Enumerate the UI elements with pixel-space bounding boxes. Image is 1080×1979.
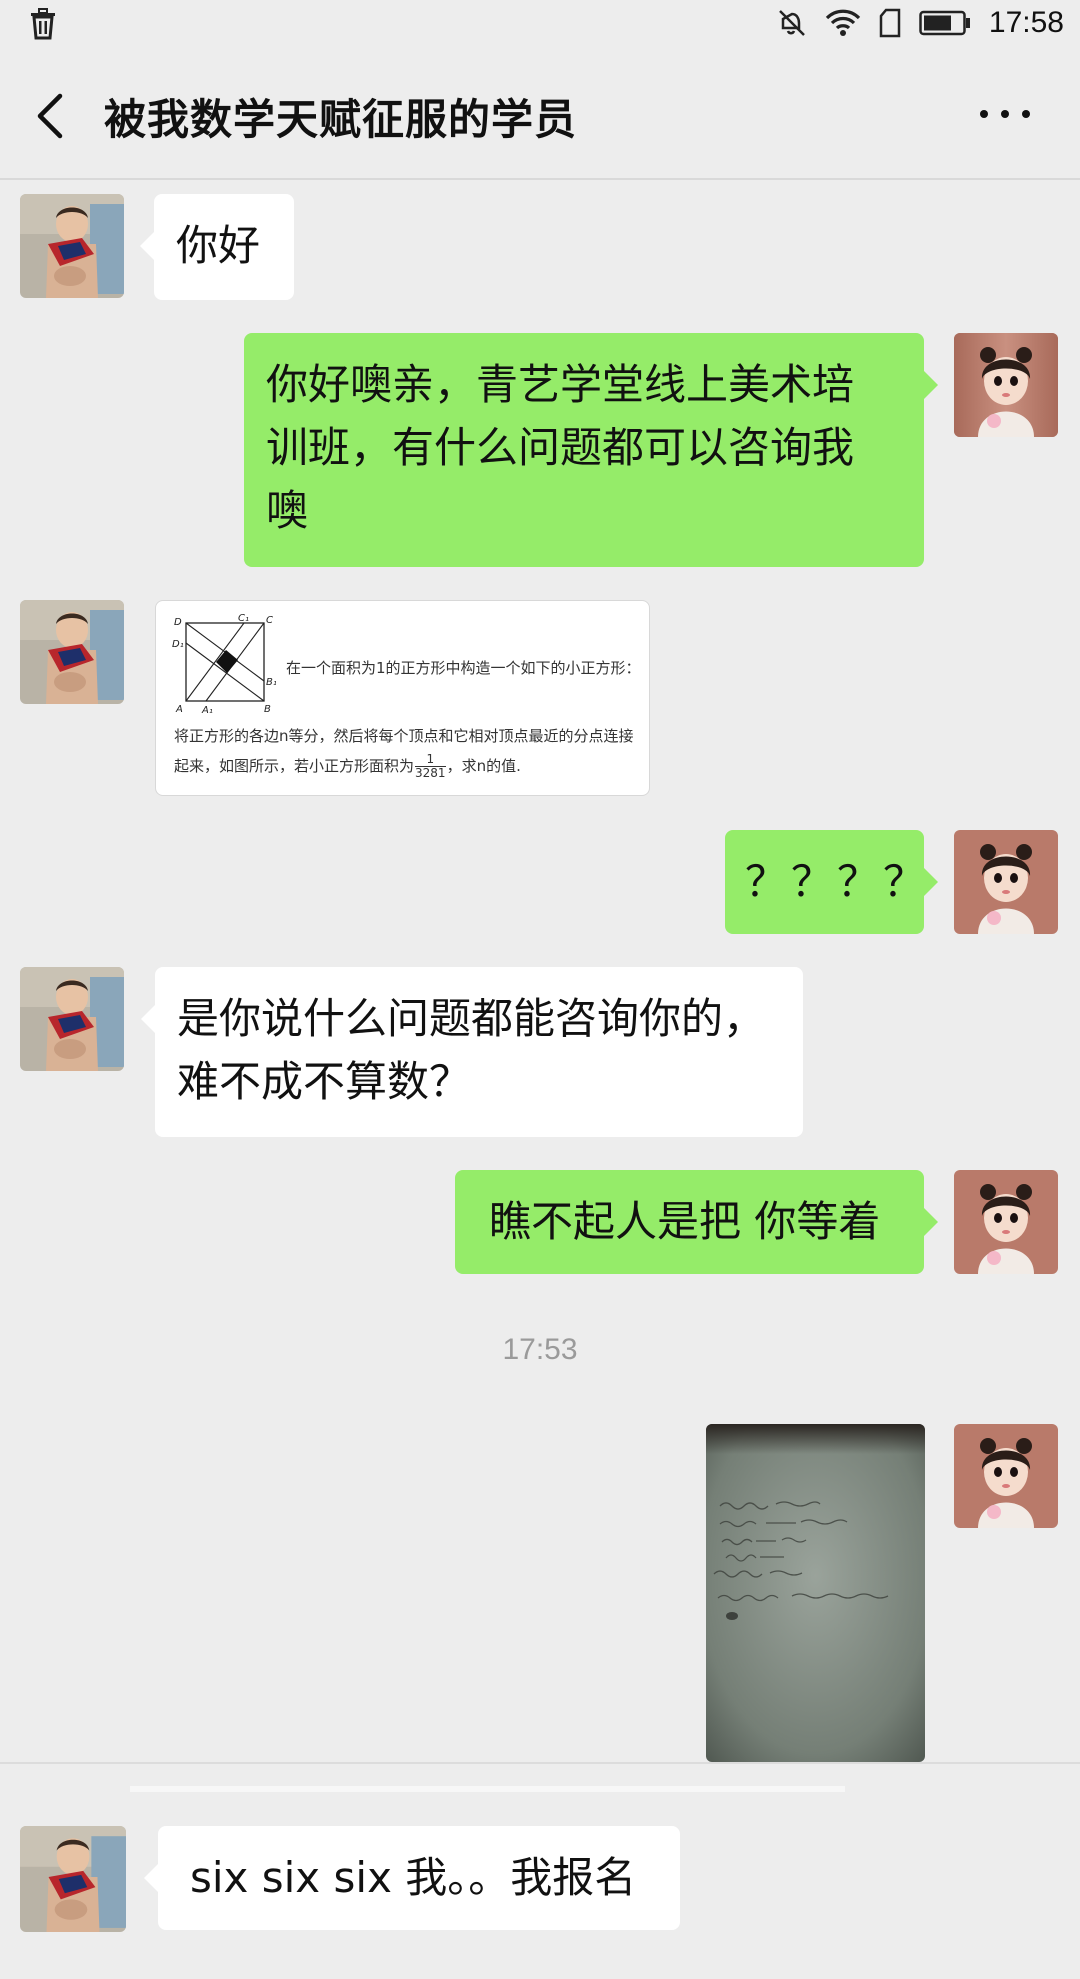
chat-screen: 17:58 被我数学天赋征服的学员 你好 你好噢亲，青艺学堂线上美术培 训班，有… — [0, 0, 1080, 1979]
label-D: D — [174, 617, 182, 628]
chat-header: 被我数学天赋征服的学员 — [0, 46, 1080, 180]
trash-icon — [31, 8, 55, 40]
boy-avatar-icon — [20, 967, 124, 1071]
avatar-self[interactable] — [954, 1424, 1058, 1528]
message-text-line: 难不成不算数？ — [177, 1057, 472, 1106]
problem-line-3-start: 起来，如图所示，若小正方形面积为 — [174, 757, 415, 775]
message-text-line: 你好噢亲，青艺学堂线上美术培 — [266, 360, 855, 409]
message-text-line: 训班，有什么问题都可以咨询我 — [266, 423, 855, 472]
chat-title: 被我数学天赋征服的学员 — [104, 95, 578, 144]
avatar-friend[interactable] — [20, 600, 124, 704]
avatar-self[interactable] — [954, 830, 1058, 934]
status-bar: 17:58 — [0, 0, 1080, 46]
problem-line-2: 将正方形的各边n等分，然后将每个顶点和它相对顶点最近的分点连接 — [174, 727, 634, 745]
message-bubble-incoming[interactable]: 你好 — [140, 194, 294, 300]
label-C: C — [266, 615, 273, 626]
message-text: 你好 — [176, 221, 261, 270]
label-C1: C₁ — [238, 613, 249, 624]
girl-avatar-icon — [954, 333, 1058, 437]
message-bubble-incoming[interactable]: six six six 我。。我报名 — [144, 1826, 680, 1930]
avatar-friend[interactable] — [20, 967, 124, 1071]
geometry-diagram: D C₁ C D₁ B₁ A A₁ B — [172, 613, 276, 715]
avatar-friend[interactable] — [20, 194, 124, 298]
problem-line-3-end: ，求n的值. — [446, 757, 521, 775]
message-text-line: 噢 — [266, 486, 309, 535]
avatar-friend[interactable] — [20, 1826, 126, 1932]
label-B1: B₁ — [266, 677, 276, 688]
message-bubble-incoming[interactable]: 是你说什么问题都能咨询你的， 难不成不算数？ — [141, 967, 803, 1137]
status-time: 17:58 — [988, 6, 1064, 39]
message-text-line: 是你说什么问题都能咨询你的， — [177, 994, 766, 1043]
boy-avatar-icon — [20, 194, 124, 298]
boy-avatar-icon — [20, 600, 124, 704]
label-B: B — [264, 704, 271, 715]
status-icons: 17:58 — [777, 4, 1064, 42]
image-message-handwritten-photo[interactable] — [706, 1424, 925, 1762]
label-A: A — [175, 704, 183, 715]
message-text: ？？？？ — [745, 857, 930, 906]
message-bubble-outgoing[interactable]: 你好噢亲，青艺学堂线上美术培 训班，有什么问题都可以咨询我 噢 — [244, 333, 938, 567]
message-text: 瞧不起人是把 你等着 — [489, 1197, 881, 1246]
sim-icon — [879, 8, 901, 38]
fraction-numerator: 1 — [415, 753, 446, 767]
avatar-self[interactable] — [954, 1170, 1058, 1274]
battery-icon — [919, 10, 970, 36]
problem-line-1: 在一个面积为1的正方形中构造一个如下的小正方形： — [286, 659, 641, 677]
fraction: 1 3281 — [415, 753, 446, 780]
girl-avatar-icon — [954, 1170, 1058, 1274]
input-divider — [130, 1786, 845, 1792]
message-bubble-outgoing[interactable]: 瞧不起人是把 你等着 — [455, 1170, 938, 1274]
boy-avatar-icon — [20, 1826, 126, 1932]
mute-icon — [779, 10, 805, 36]
message-bubble-outgoing[interactable]: ？？？？ — [725, 830, 938, 934]
fraction-denominator: 3281 — [415, 766, 446, 780]
label-A1: A₁ — [201, 705, 213, 715]
handwritten-paper-photo — [706, 1424, 925, 1762]
image-message-math-problem[interactable]: D C₁ C D₁ B₁ A A₁ B 在一个面积为1的正方形中构造一个如下的小… — [155, 600, 650, 796]
girl-avatar-icon — [954, 830, 1058, 934]
girl-avatar-icon — [954, 1424, 1058, 1528]
wifi-icon — [825, 9, 861, 36]
label-D1: D₁ — [172, 639, 184, 650]
more-dots-icon[interactable] — [980, 96, 1030, 132]
chevron-left-icon[interactable] — [30, 88, 74, 144]
chat-timestamp: 17:53 — [502, 1333, 578, 1366]
problem-line-3: 起来，如图所示，若小正方形面积为 1 3281 ，求n的值. — [174, 753, 521, 780]
avatar-self[interactable] — [954, 333, 1058, 437]
message-text: six six six 我。。我报名 — [190, 1853, 637, 1902]
